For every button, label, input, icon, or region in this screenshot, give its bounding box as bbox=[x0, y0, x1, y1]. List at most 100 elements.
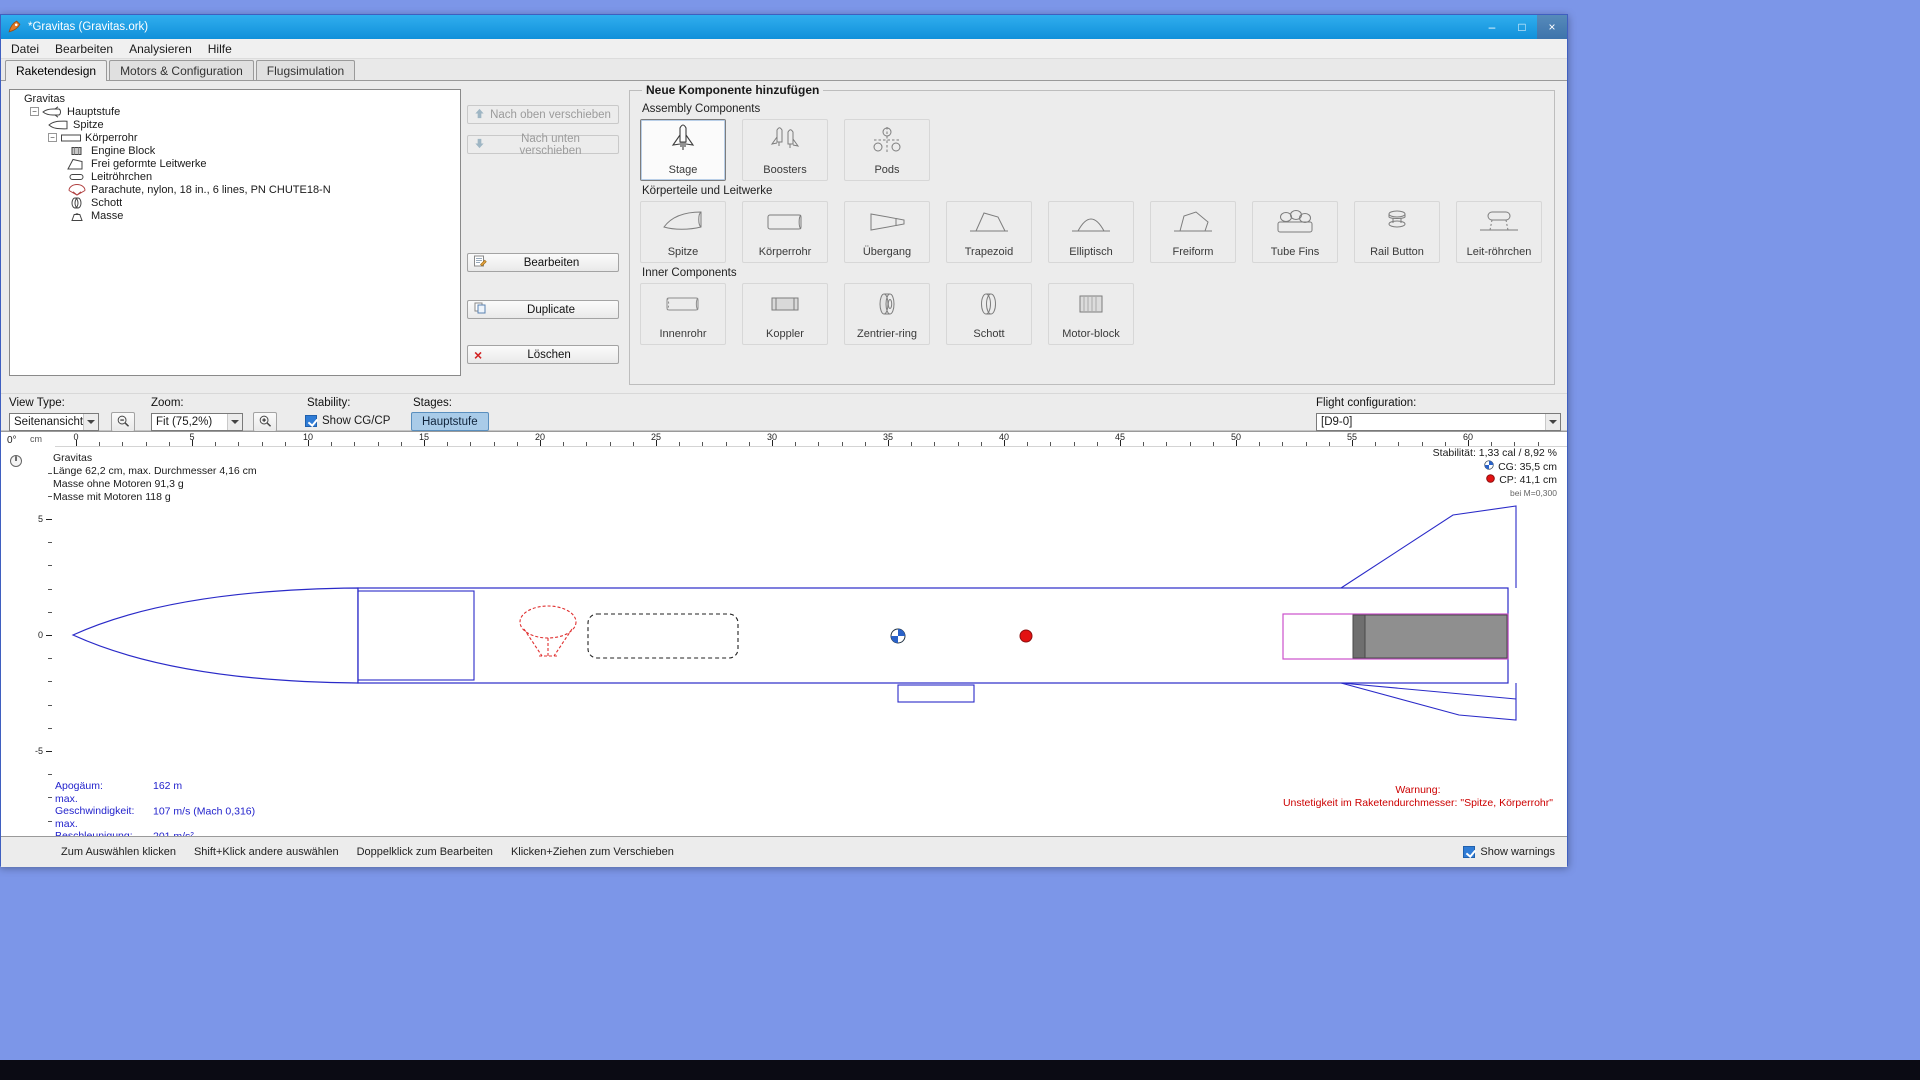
ruler-tick bbox=[46, 751, 52, 752]
component-uebergang[interactable]: Übergang bbox=[844, 201, 930, 263]
ruler-tick bbox=[1074, 442, 1075, 446]
window-title: *Gravitas (Gravitas.ork) bbox=[28, 21, 148, 33]
show-cgcp-checkbox[interactable]: Show CG/CP bbox=[305, 415, 390, 427]
ruler-tick bbox=[331, 442, 332, 446]
ruler-tick bbox=[122, 442, 123, 446]
flight-config-label: Flight configuration: bbox=[1316, 397, 1416, 409]
tab-bar: RaketendesignMotors & ConfigurationFlugs… bbox=[1, 59, 1567, 81]
stage-toggle-hauptstufe[interactable]: Hauptstufe bbox=[411, 412, 489, 431]
menu-bearbeiten[interactable]: Bearbeiten bbox=[47, 40, 121, 58]
component-stage[interactable]: Stage bbox=[640, 119, 726, 181]
ruler-tick bbox=[842, 442, 843, 446]
component-freiform[interactable]: Freiform bbox=[1150, 201, 1236, 263]
tree-item-masse[interactable]: Masse bbox=[10, 209, 460, 222]
view-type-select[interactable]: Seitenansicht bbox=[9, 413, 99, 431]
minimize-button[interactable]: – bbox=[1477, 15, 1507, 39]
tab-flugsimulation[interactable]: Flugsimulation bbox=[256, 60, 355, 80]
spitze-icon bbox=[659, 205, 707, 239]
pods-icon bbox=[863, 123, 911, 157]
flight-config-select[interactable]: [D9-0] bbox=[1316, 413, 1561, 431]
tree-item-schott[interactable]: Schott bbox=[10, 196, 460, 209]
tree-root[interactable]: Gravitas bbox=[10, 92, 460, 105]
component-tube-fins[interactable]: Tube Fins bbox=[1252, 201, 1338, 263]
innenrohr-icon bbox=[659, 287, 707, 321]
tree-item-spitze[interactable]: Spitze bbox=[10, 118, 460, 131]
component-leit-roehrchen[interactable]: Leit-röhrchen bbox=[1456, 201, 1542, 263]
tree-item-parachute-nylon-18-in-6-lines-pn-chute18-n[interactable]: Parachute, nylon, 18 in., 6 lines, PN CH… bbox=[10, 183, 460, 196]
component-boosters[interactable]: Boosters bbox=[742, 119, 828, 181]
tree-item-hauptstufe[interactable]: −Hauptstufe bbox=[10, 105, 460, 118]
rotation-dial[interactable] bbox=[9, 454, 23, 471]
menu-datei[interactable]: Datei bbox=[3, 40, 47, 58]
ruler-tick bbox=[401, 442, 402, 446]
ruler-tick bbox=[48, 797, 52, 798]
zoom-in-button[interactable] bbox=[253, 412, 277, 432]
component-koerperrohr[interactable]: Körperrohr bbox=[742, 201, 828, 263]
component-schott[interactable]: Schott bbox=[946, 283, 1032, 345]
leitroehrchen-icon bbox=[1475, 205, 1523, 239]
tab-raketendesign[interactable]: Raketendesign bbox=[5, 60, 107, 81]
maximize-button[interactable]: □ bbox=[1507, 15, 1537, 39]
ruler-label: 20 bbox=[531, 432, 549, 442]
menu-analysieren[interactable]: Analysieren bbox=[121, 40, 200, 58]
component-koppler[interactable]: Koppler bbox=[742, 283, 828, 345]
body-tube bbox=[358, 588, 1508, 683]
component-spitze[interactable]: Spitze bbox=[640, 201, 726, 263]
tree-item-koerperrohr[interactable]: − Körperrohr bbox=[10, 131, 460, 144]
app-rocket-icon bbox=[7, 19, 23, 35]
component-palette: Neue Komponente hinzufügen Assembly Comp… bbox=[629, 83, 1555, 385]
group-label-assembly-components: Assembly Components bbox=[642, 103, 1544, 115]
tree-item-label: Körperrohr bbox=[85, 132, 138, 144]
ruler-tick bbox=[378, 442, 379, 446]
close-button[interactable]: × bbox=[1537, 15, 1567, 39]
taskbar[interactable] bbox=[0, 1060, 1920, 1080]
tree-item-leitroehrchen[interactable]: Leitröhrchen bbox=[10, 170, 460, 183]
move-down-button[interactable]: Nach unten verschieben bbox=[467, 135, 619, 154]
zoom-select[interactable]: Fit (75,2%) bbox=[151, 413, 243, 431]
move-up-button[interactable]: Nach oben verschieben bbox=[467, 105, 619, 124]
ruler-tick bbox=[1306, 442, 1307, 446]
ruler-tick bbox=[1282, 442, 1283, 446]
tree-item-engine-block[interactable]: Engine Block bbox=[10, 144, 460, 157]
delete-button[interactable]: × Löschen bbox=[467, 345, 619, 364]
ruler-tick bbox=[1398, 442, 1399, 446]
ruler-tick bbox=[48, 542, 52, 543]
component-trapezoid[interactable]: Trapezoid bbox=[946, 201, 1032, 263]
ruler-label: 15 bbox=[415, 432, 433, 442]
ruler-label: 60 bbox=[1459, 432, 1477, 442]
group-label-inner-components: Inner Components bbox=[642, 267, 1544, 279]
chevron-down-icon bbox=[227, 414, 242, 430]
tree-item-frei-geformte-leitwerke[interactable]: Frei geformte Leitwerke bbox=[10, 157, 460, 170]
fin-bottom bbox=[1341, 683, 1516, 720]
show-warnings-checkbox[interactable]: Show warnings bbox=[1463, 846, 1555, 858]
component-zentrier-ring[interactable]: Zentrier-ring bbox=[844, 283, 930, 345]
edit-button[interactable]: Bearbeiten bbox=[467, 253, 619, 272]
duplicate-button[interactable]: Duplicate bbox=[467, 300, 619, 319]
delete-x-icon: × bbox=[474, 350, 482, 360]
ruler-tick bbox=[795, 442, 796, 446]
zoom-out-button[interactable] bbox=[111, 412, 135, 432]
component-innenrohr[interactable]: Innenrohr bbox=[640, 283, 726, 345]
ruler-tick bbox=[169, 442, 170, 446]
cg-readout: CG: 35,5 cm bbox=[1433, 460, 1557, 474]
ruler-tick bbox=[1375, 442, 1376, 446]
component-elliptisch[interactable]: Elliptisch bbox=[1048, 201, 1134, 263]
menu-hilfe[interactable]: Hilfe bbox=[200, 40, 240, 58]
component-label: Leit-röhrchen bbox=[1467, 247, 1532, 258]
uebergang-icon bbox=[863, 205, 911, 239]
component-tree[interactable]: Gravitas−HauptstufeSpitze − KörperrohrEngi… bbox=[9, 89, 461, 376]
ruler-tick bbox=[726, 442, 727, 446]
expander-icon[interactable]: − bbox=[30, 107, 39, 116]
component-label: Körperrohr bbox=[759, 247, 812, 258]
ruler-tick bbox=[633, 442, 634, 446]
tab-motors-configuration[interactable]: Motors & Configuration bbox=[109, 60, 254, 80]
title-bar[interactable]: *Gravitas (Gravitas.ork) – □ × bbox=[1, 15, 1567, 39]
ruler-tick bbox=[610, 442, 611, 446]
rocket-name: Gravitas bbox=[53, 452, 257, 465]
expander-icon[interactable]: − bbox=[48, 133, 57, 142]
component-rail-button[interactable]: Rail Button bbox=[1354, 201, 1440, 263]
component-motor-block[interactable]: Motor-block bbox=[1048, 283, 1134, 345]
component-pods[interactable]: Pods bbox=[844, 119, 930, 181]
rocket-canvas[interactable]: 0° cm Gravitas Länge 62,2 cm, max. Durch… bbox=[1, 431, 1567, 837]
rocket-length: Länge 62,2 cm, max. Durchmesser 4,16 cm bbox=[53, 465, 257, 478]
